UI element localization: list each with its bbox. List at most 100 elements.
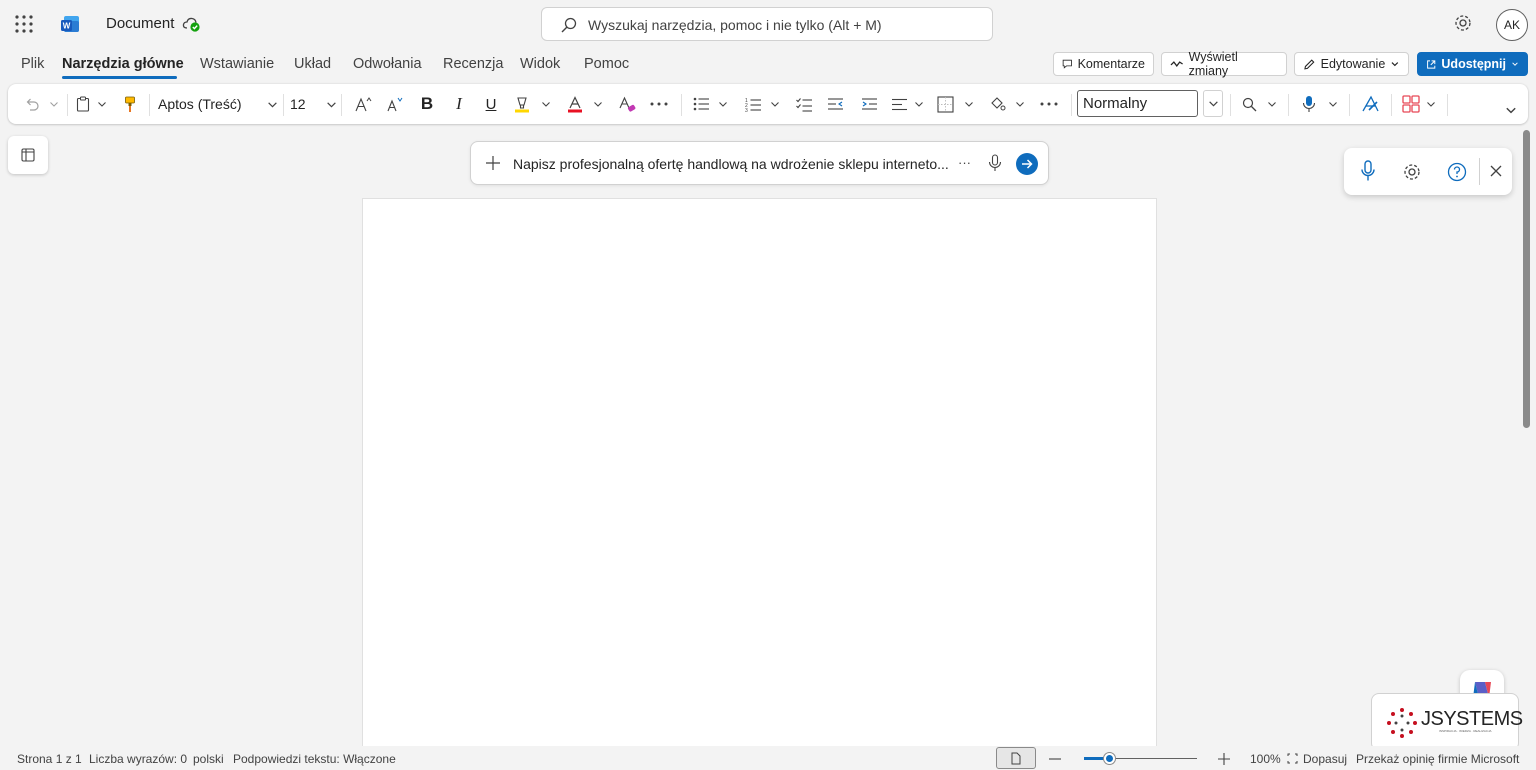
tab-help[interactable]: Pomoc [584,56,629,72]
word-count[interactable]: Liczba wyrazów: 0 [89,752,187,766]
font-color-icon[interactable] [566,84,584,124]
jsystems-logo-text: JSYSTEMS [1421,708,1523,730]
chevron-down-icon[interactable] [1425,84,1437,124]
borders-icon[interactable] [936,84,954,124]
copilot-prompt-text[interactable]: Napisz profesjonalną ofertę handlową na … [513,156,949,172]
microphone-icon[interactable] [1360,160,1376,182]
share-button[interactable]: Udostępnij [1417,52,1528,76]
document-title[interactable]: Document [106,15,174,32]
add-ins-icon[interactable] [1401,84,1421,124]
undo-icon[interactable] [22,84,42,124]
separator [1447,94,1448,116]
chevron-down-icon[interactable] [540,84,552,124]
bold-icon[interactable]: B [419,84,435,124]
style-dropdown-button[interactable] [1203,90,1223,117]
shading-icon[interactable] [988,84,1006,124]
style-select[interactable]: Normalny [1077,90,1198,117]
chevron-down-icon[interactable] [1266,84,1278,124]
chevron-down-icon [268,102,277,108]
page-count: Strona 1 z 1 [17,752,82,766]
format-painter-icon[interactable] [122,84,138,124]
clear-formatting-icon[interactable] [618,84,638,124]
zoom-in-icon[interactable] [1218,753,1230,765]
page-view-icon [1011,752,1021,765]
chevron-down-icon[interactable] [592,84,604,124]
highlight-icon[interactable] [513,84,531,124]
checklist-icon[interactable] [795,84,813,124]
copilot-prompt-box[interactable]: Napisz profesjonalną ofertę handlową na … [470,141,1049,185]
underline-icon[interactable]: U [483,84,499,124]
numbering-icon[interactable]: 123 [744,84,762,124]
text-predictions-status[interactable]: Podpowiedzi tekstu: Włączone [233,752,396,766]
zoom-level[interactable]: 100% [1250,752,1281,766]
chevron-down-icon[interactable] [1014,84,1026,124]
microphone-icon[interactable] [988,154,1002,173]
send-button[interactable] [1016,153,1038,175]
navigation-pane-button[interactable] [8,136,48,174]
show-changes-button[interactable]: Wyświetl zmiany [1161,50,1287,78]
tab-review[interactable]: Recenzja [443,56,503,72]
print-layout-button[interactable] [996,747,1036,769]
settings-icon[interactable] [1402,162,1422,182]
separator [1349,94,1350,116]
chevron-down-icon[interactable] [913,84,925,124]
decrease-indent-icon[interactable] [826,84,844,124]
jsystems-emblem-icon [1387,708,1417,738]
copilot-more-button[interactable]: ··· [958,155,971,170]
search-box[interactable]: Wyszukaj narzędzia, pomoc i nie tylko (A… [541,7,993,41]
chevron-down-icon[interactable] [96,84,108,124]
bullets-icon[interactable] [692,84,710,124]
chevron-down-icon[interactable] [48,84,60,124]
help-icon[interactable] [1447,162,1467,182]
dictate-icon[interactable] [1300,84,1318,124]
find-icon[interactable] [1240,84,1258,124]
expand-ribbon-icon[interactable] [1504,90,1518,130]
cloud-saved-icon[interactable] [182,15,201,33]
fit-button[interactable]: Dopasuj [1303,752,1347,766]
chevron-down-icon[interactable] [963,84,975,124]
italic-icon[interactable]: I [451,84,467,124]
editor-icon[interactable] [1360,84,1380,124]
chevron-down-icon[interactable] [1327,84,1339,124]
chevron-down-icon[interactable] [717,84,729,124]
font-name-value: Aptos (Treść) [158,96,242,112]
increase-indent-icon[interactable] [860,84,878,124]
tab-references[interactable]: Odwołania [353,56,422,72]
navigation-pane-icon [21,148,35,162]
document-page[interactable] [362,198,1157,758]
separator [1479,158,1480,185]
chevron-down-icon [327,102,336,108]
tab-home[interactable]: Narzędzia główne [62,56,184,72]
editing-mode-button[interactable]: Edytowanie [1294,52,1409,76]
align-icon[interactable] [890,84,908,124]
comments-button[interactable]: Komentarze [1053,52,1154,76]
track-changes-icon [1170,61,1183,67]
more-font-options-icon[interactable] [648,84,670,124]
add-icon[interactable] [485,155,501,171]
grow-font-icon[interactable] [354,84,374,124]
zoom-out-icon[interactable] [1049,758,1061,760]
settings-icon[interactable] [1453,13,1473,33]
word-logo-icon[interactable]: W [60,14,80,34]
chevron-down-icon[interactable] [769,84,781,124]
chevron-down-icon [1391,62,1399,67]
shrink-font-icon[interactable] [386,84,406,124]
paste-icon[interactable] [75,84,91,124]
feedback-link[interactable]: Przekaż opinię firmie Microsoft [1356,752,1519,766]
font-size-select[interactable]: 12 [289,91,339,117]
separator [681,94,682,116]
vertical-scrollbar[interactable] [1523,130,1530,428]
font-name-select[interactable]: Aptos (Treść) [155,91,281,117]
more-paragraph-options-icon[interactable] [1038,84,1060,124]
close-icon[interactable] [1490,165,1502,177]
tab-layout[interactable]: Układ [294,56,331,72]
tab-insert[interactable]: Wstawianie [200,56,274,72]
avatar[interactable]: AK [1496,9,1528,41]
app-launcher-icon[interactable] [14,14,34,34]
tab-view[interactable]: Widok [520,56,560,72]
language-indicator[interactable]: polski [193,752,224,766]
share-icon [1427,59,1436,69]
tab-file[interactable]: Plik [21,56,44,72]
jsystems-logo: JSYSTEMS INSPIRACJA · WIEDZA · REALIZACJ… [1371,693,1523,751]
zoom-slider-thumb[interactable] [1104,753,1115,764]
